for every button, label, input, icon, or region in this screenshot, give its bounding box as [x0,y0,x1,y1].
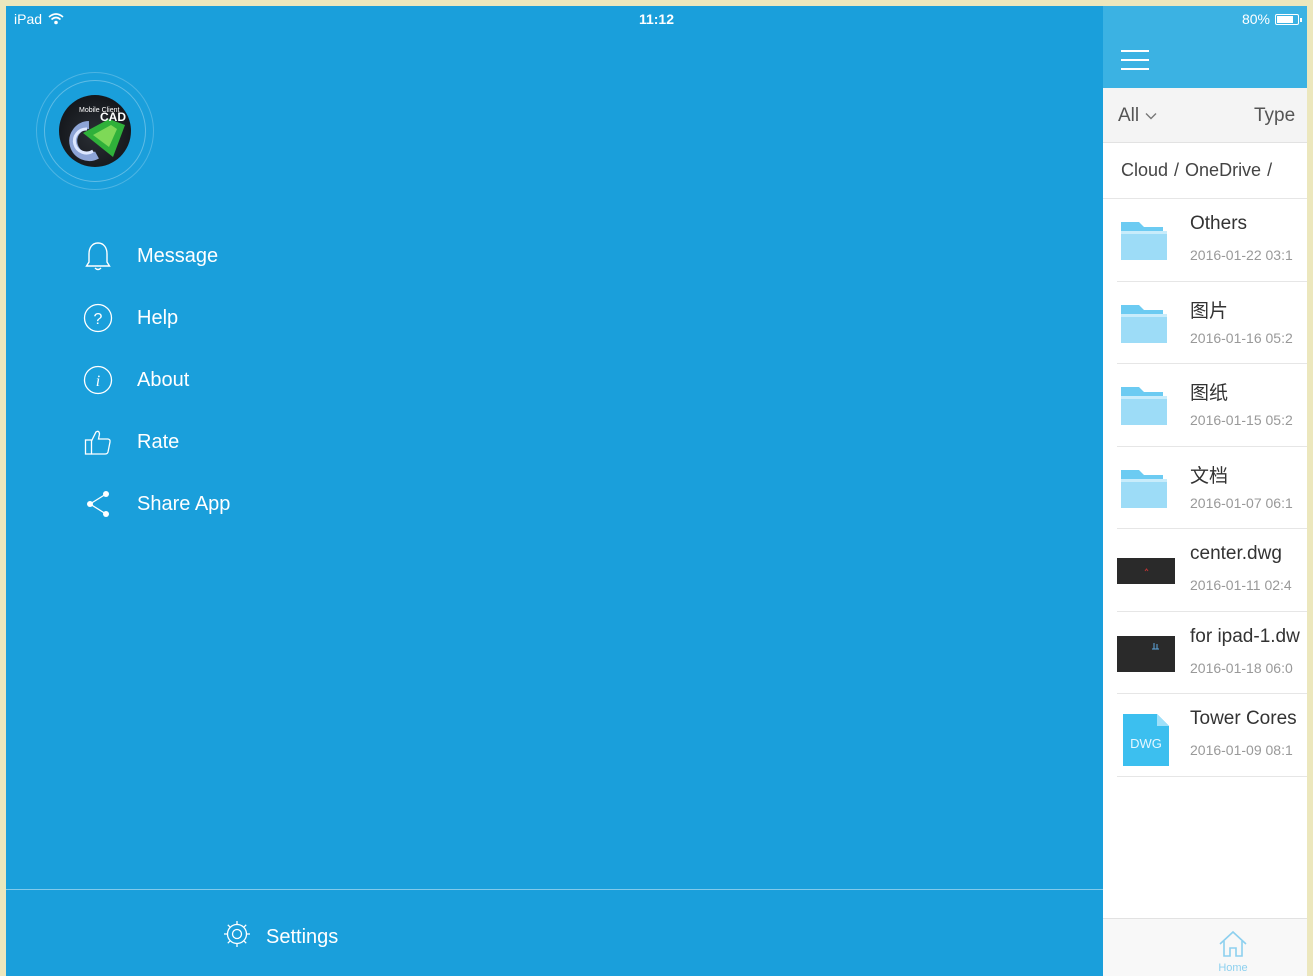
menu-item-label: Share App [137,492,231,515]
menu-item-message[interactable]: Message [82,225,230,287]
dwg-file-icon: DWG [1123,714,1169,766]
status-time: 11:12 [638,11,675,27]
file-date: 2016-01-15 05:2 [1190,412,1293,428]
file-browser-panel: All Type Cloud / OneDrive / Others 2016-01-… [1103,6,1307,976]
file-name: Tower Cores [1190,708,1297,729]
list-item[interactable]: 图纸 2016-01-15 05:2 [1117,364,1307,447]
file-date: 2016-01-16 05:2 [1190,329,1293,346]
thumbs-up-icon [82,426,114,458]
file-name: 图纸 [1190,383,1229,404]
file-date: 2016-01-07 06:1 [1190,494,1293,511]
list-item[interactable]: Others 2016-01-22 03:1 [1117,199,1307,282]
file-name: 图片 [1190,300,1229,322]
app-logo[interactable]: Mobile Client CAD [59,95,131,167]
svg-text:?: ? [94,311,103,328]
folder-icon [1121,304,1167,343]
drawing-thumbnail [1117,558,1175,584]
battery-percentage: 80% [1241,11,1270,27]
file-name: Others [1190,213,1248,234]
settings-label: Settings [266,925,339,948]
menu-item-rate[interactable]: Rate [82,411,230,473]
chevron-down-icon [1145,113,1157,120]
hamburger-menu-icon[interactable] [1121,50,1149,70]
folder-icon [1121,469,1167,508]
status-bar: iPad 11:12 80% [6,6,1307,32]
menu-item-label: Message [137,244,219,267]
menu-item-help[interactable]: ? Help [82,287,230,349]
info-icon: i [82,364,114,396]
breadcrumb-onedrive[interactable]: OneDrive [1185,160,1261,180]
list-item[interactable]: 图片 2016-01-16 05:2 [1117,282,1307,364]
side-drawer: Mobile Client CAD Message ? Help i About… [6,6,1103,976]
breadcrumb-cloud[interactable]: Cloud [1121,160,1168,180]
list-item[interactable]: 文档 2016-01-07 06:1 [1117,447,1307,529]
file-list: Others 2016-01-22 03:1 图片 2016-01-16 05:… [1103,199,1307,777]
list-item[interactable]: DWG Tower Cores 2016-01-09 08:1 [1117,694,1307,777]
file-date: 2016-01-22 03:1 [1190,247,1293,263]
drawer-divider [6,889,1103,890]
tab-bar: Home [1103,918,1307,976]
filter-bar: All Type [1103,88,1307,143]
home-icon [1219,930,1247,957]
filter-type-button[interactable]: Type [1254,105,1295,127]
folder-icon [1121,387,1167,425]
file-name: 文档 [1190,465,1229,487]
app-window: Mobile Client CAD Message ? Help i About… [6,6,1307,976]
folder-icon [1121,222,1167,260]
menu-item-share-app[interactable]: Share App [82,473,230,535]
tab-home-label: Home [1218,962,1248,974]
file-name: center.dwg [1190,543,1282,564]
svg-text:DWG: DWG [1130,736,1162,751]
breadcrumb: Cloud / OneDrive / [1103,143,1307,199]
list-item[interactable]: center.dwg 2016-01-11 02:4 [1117,529,1307,612]
tab-home[interactable]: Home [1208,929,1258,974]
filter-all-label: All [1118,105,1140,126]
help-icon: ? [82,302,114,334]
svg-text:i: i [96,373,100,390]
menu-item-label: Rate [137,430,180,453]
settings-button[interactable]: Settings [222,919,338,955]
share-icon [82,488,114,520]
svg-text:CAD: CAD [100,110,126,124]
bell-icon [82,240,114,272]
gear-icon [222,919,252,955]
file-date: 2016-01-11 02:4 [1190,577,1292,593]
menu-item-about[interactable]: i About [82,349,230,411]
file-date: 2016-01-18 06:0 [1190,659,1293,676]
filter-all-dropdown[interactable]: All [1118,105,1157,127]
file-name: for ipad-1.dw [1190,625,1300,647]
menu-item-label: Help [137,306,179,329]
menu-item-label: About [137,368,190,391]
drawing-thumbnail [1117,635,1175,672]
list-item[interactable]: for ipad-1.dw 2016-01-18 06:0 [1117,612,1307,694]
drawer-menu: Message ? Help i About Rate Share App [82,225,230,535]
app-logo-graphic: Mobile Client CAD [69,107,126,161]
file-date: 2016-01-09 08:1 [1190,742,1293,758]
battery-icon [1275,13,1302,25]
